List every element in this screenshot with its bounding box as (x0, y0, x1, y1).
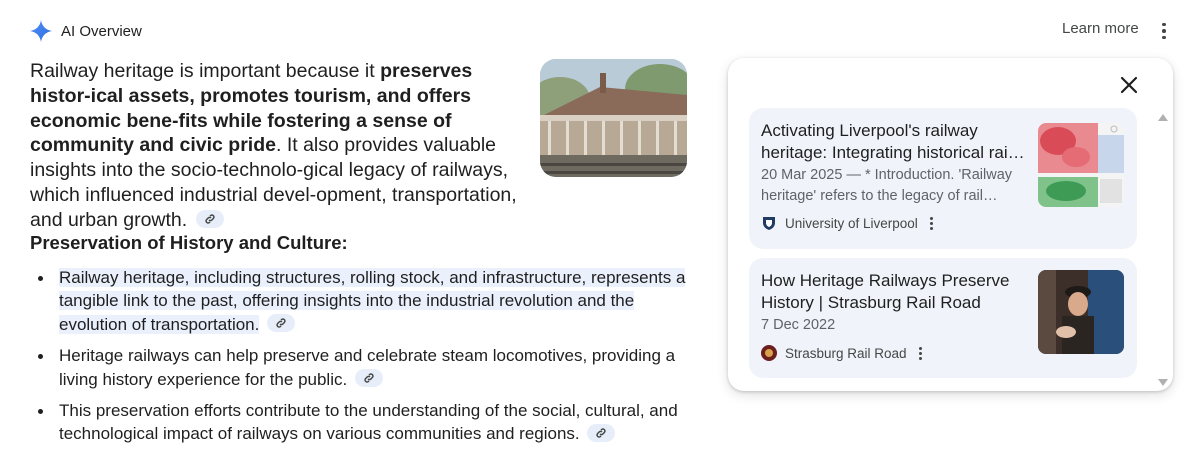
university-shield-icon (763, 217, 775, 230)
bullet-item: Heritage railways can help preserve and … (30, 344, 695, 391)
source-card-title-line: heritage: Integrating historical rai… (761, 142, 1025, 162)
intro-text-start: Railway heritage is important because it (30, 60, 381, 82)
scroll-down-arrow[interactable] (1158, 379, 1168, 386)
source-card-snippet-line: heritage' refers to the legacy of rail… (761, 188, 998, 204)
source-attribution: University of Liverpool (761, 215, 933, 231)
source-name: Strasburg Rail Road (785, 345, 907, 361)
gemini-sparkle-icon (30, 20, 52, 42)
bullet-item: This preservation efforts contribute to … (30, 399, 695, 446)
source-name: University of Liverpool (785, 215, 918, 231)
scroll-up-arrow[interactable] (1158, 114, 1168, 121)
source-card-snippet-line: 20 Mar 2025 — * Introduction. 'Railway (761, 167, 1013, 183)
source-card-snippet: 20 Mar 2025 — * Introduction. 'Railway h… (761, 165, 1031, 207)
more-vert-icon[interactable] (918, 346, 922, 360)
citation-link-button[interactable] (195, 209, 224, 228)
bullet-text: Railway heritage, including structures, … (59, 268, 686, 334)
ai-overview-title: AI Overview (61, 22, 142, 40)
source-card-title-line: Activating Liverpool's railway (761, 121, 978, 140)
source-card-title-line: History | Strasburg Rail Road (761, 292, 981, 312)
source-card-liverpool[interactable]: Activating Liverpool's railway heritage:… (749, 108, 1137, 249)
source-thumbnail (1038, 123, 1124, 207)
intro-paragraph: Railway heritage is important because it… (30, 59, 528, 233)
more-vert-icon[interactable] (929, 216, 933, 230)
source-card-strasburg[interactable]: How Heritage Railways Preserve History |… (749, 258, 1137, 378)
citation-link-button[interactable] (267, 314, 296, 333)
ai-overview-header: AI Overview (30, 17, 142, 45)
learn-more-link[interactable]: Learn more (1062, 20, 1139, 37)
source-thumbnail (1038, 270, 1124, 354)
bullet-list: Railway heritage, including structures, … (30, 266, 695, 454)
citation-link-button[interactable] (587, 423, 616, 442)
railway-station-image[interactable] (540, 59, 687, 177)
source-card-date: 7 Dec 2022 (761, 315, 1031, 336)
link-icon (364, 373, 374, 383)
source-attribution: Strasburg Rail Road (761, 345, 922, 361)
link-icon (276, 318, 286, 328)
source-card-title: How Heritage Railways Preserve History |… (761, 270, 1031, 313)
source-card-title-line: How Heritage Railways Preserve (761, 271, 1010, 290)
source-card-date-text: 7 Dec 2022 (761, 317, 836, 333)
bullet-text: This preservation efforts contribute to … (59, 401, 678, 444)
link-icon (596, 428, 607, 438)
sources-panel: Activating Liverpool's railway heritage:… (728, 58, 1173, 391)
link-icon (205, 214, 215, 224)
bullet-item: Railway heritage, including structures, … (30, 266, 695, 336)
close-icon[interactable] (1116, 72, 1142, 98)
more-vert-icon[interactable] (1155, 20, 1173, 42)
citation-link-button[interactable] (354, 369, 383, 388)
section-heading: Preservation of History and Culture: (30, 232, 348, 253)
strasburg-logo-icon (761, 345, 777, 361)
source-card-title: Activating Liverpool's railway heritage:… (761, 120, 1031, 163)
